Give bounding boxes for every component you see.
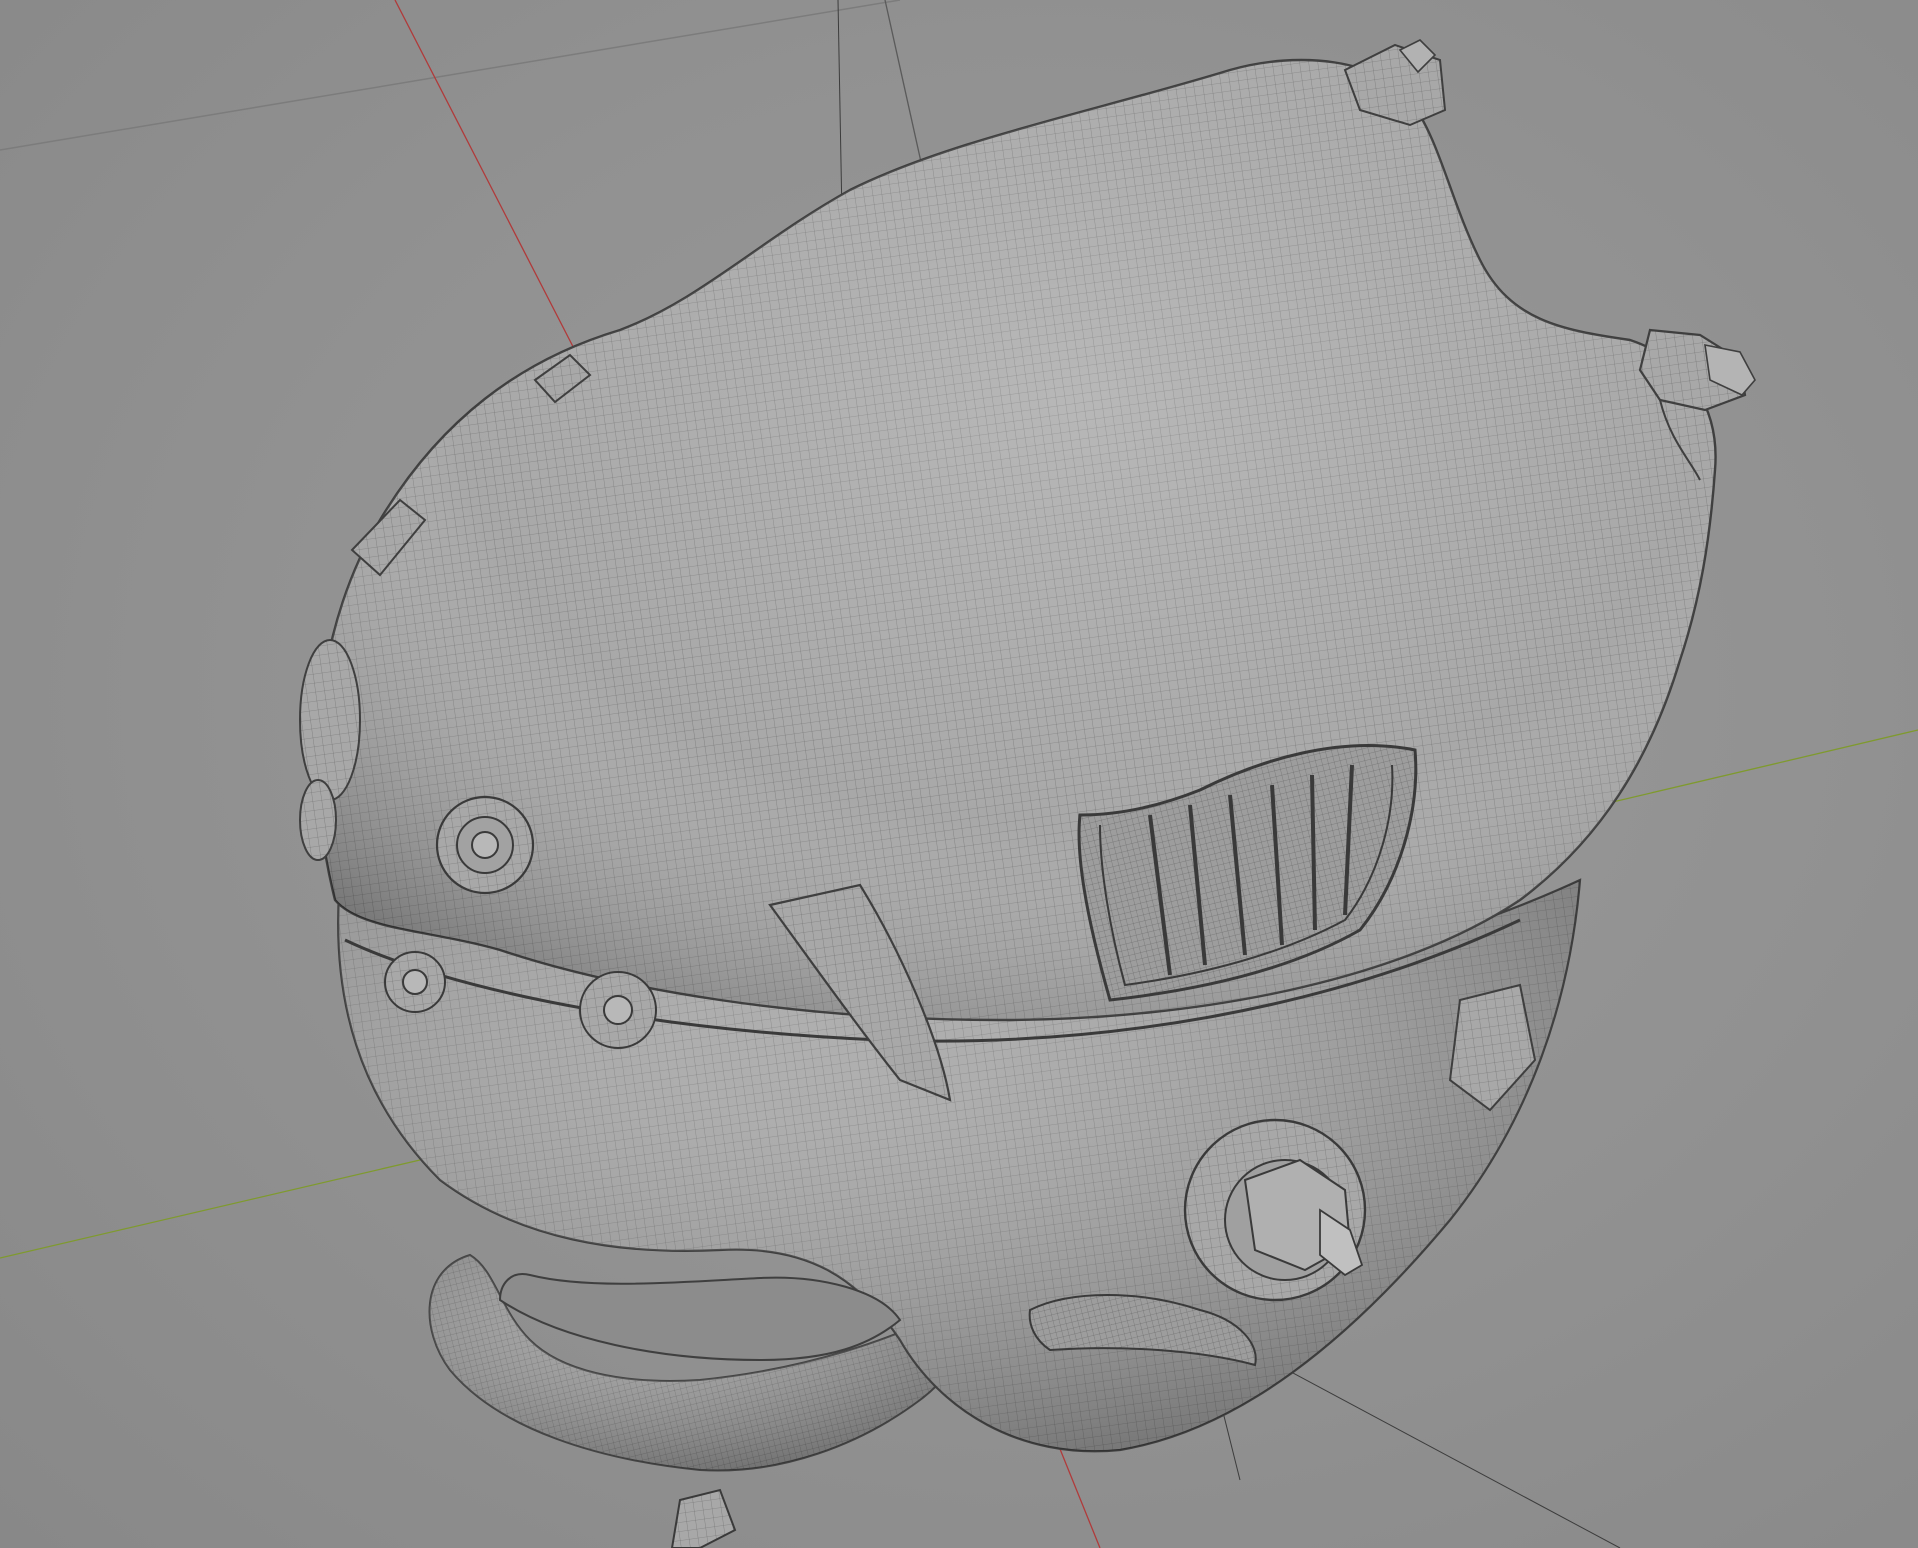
port-small-left[interactable] [384,951,446,1013]
side-bump-left-lower[interactable] [299,779,337,861]
bottom-clasp[interactable] [670,1488,737,1548]
side-bump-left-upper[interactable] [299,639,361,801]
3d-viewport[interactable] [0,0,1918,1548]
mesh-object[interactable] [299,39,1756,1548]
x-axis-line [394,0,586,371]
viewport-canvas[interactable] [0,0,1918,1548]
grid-line-top [0,0,901,151]
grid-line-vertical [884,0,926,181]
port-large[interactable] [435,795,535,895]
port-small-right[interactable] [579,971,657,1049]
empty-axis-line-lower [1249,1349,1621,1548]
jaw-hinge-nozzle[interactable] [1183,1118,1367,1302]
helmet-dome-shade [317,60,1716,1020]
face-opening [498,1273,902,1362]
y-axis-line [0,1159,421,1259]
